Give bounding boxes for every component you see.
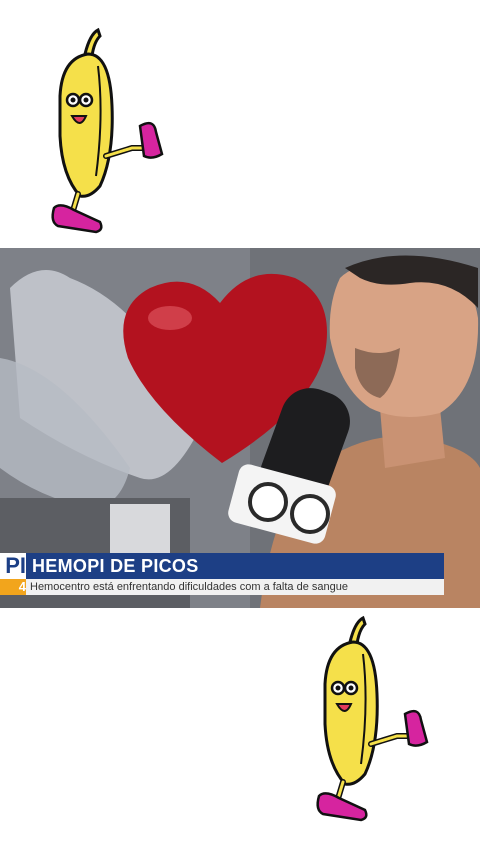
channel-tag: PI 4 xyxy=(0,553,26,601)
dancing-banana-icon xyxy=(51,27,164,234)
headline-subtitle: Hemocentro está enfrentando dificuldades… xyxy=(26,579,444,595)
channel-tag-top: PI xyxy=(0,553,26,579)
channel-tag-bottom: 4 xyxy=(0,579,26,595)
news-lower-third: PI 4 HEMOPI DE PICOS Hemocentro está enf… xyxy=(0,553,480,601)
headline-title: HEMOPI DE PICOS xyxy=(26,553,444,579)
dancing-banana-icon xyxy=(316,615,429,822)
banana-sticker-bottom xyxy=(305,614,440,826)
banana-sticker-top xyxy=(40,26,175,238)
